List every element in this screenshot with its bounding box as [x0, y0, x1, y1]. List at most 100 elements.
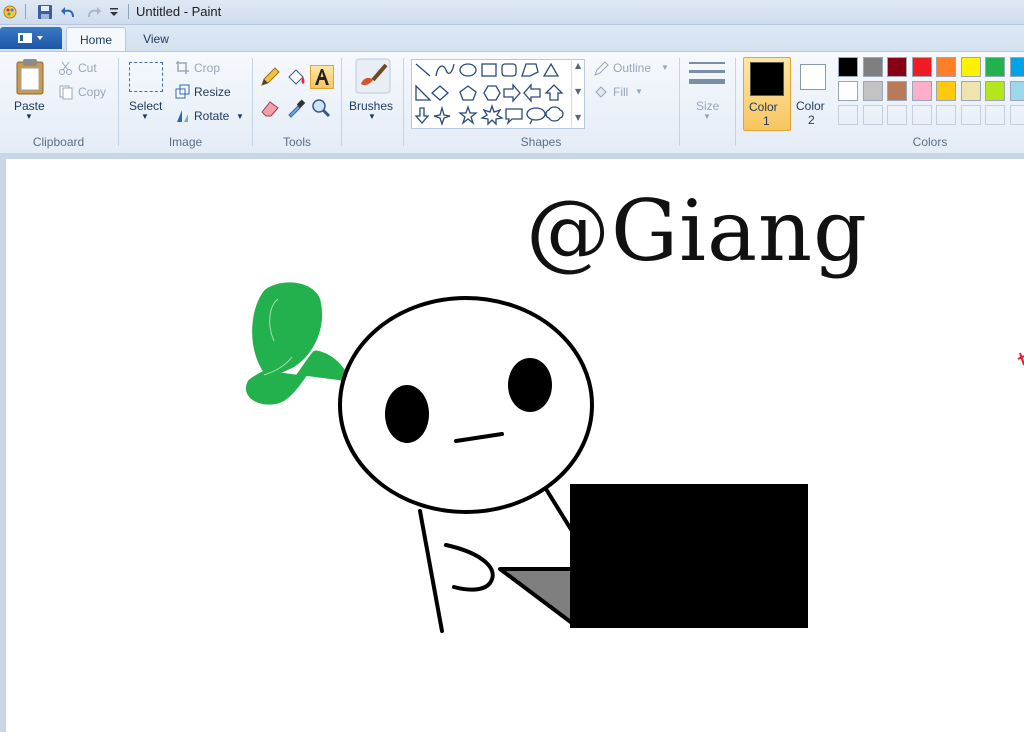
tab-home[interactable]: Home: [66, 27, 126, 51]
paint-app-icon[interactable]: [2, 3, 18, 20]
resize-button[interactable]: Resize: [194, 85, 231, 99]
color1-button[interactable]: Color 1: [743, 57, 791, 131]
brushes-dropdown-icon[interactable]: ▼: [368, 112, 376, 121]
size-button[interactable]: Size: [696, 99, 719, 113]
palette-swatch[interactable]: [960, 81, 981, 101]
custom-color-slot[interactable]: [985, 105, 1005, 125]
rotate-dropdown-icon[interactable]: ▼: [236, 112, 244, 121]
shapes-scroll-up-icon[interactable]: ▲: [575, 61, 581, 70]
redo-icon[interactable]: [84, 3, 102, 20]
palette-swatch[interactable]: [887, 81, 907, 101]
palette-swatch[interactable]: [936, 57, 956, 77]
color1-number: 1: [763, 114, 770, 128]
sprout-leaf-drawing: [246, 282, 351, 405]
rotate-icon: [175, 108, 190, 127]
canvas-text: @Giang: [526, 182, 868, 280]
shapes-group-label: Shapes: [520, 135, 562, 149]
brushes-label: Brushes: [349, 99, 394, 113]
paint-window: Untitled - Paint Home View Paste ▼ Cut C…: [0, 0, 1024, 732]
color2-swatch: [800, 64, 826, 90]
palette-swatch[interactable]: [911, 81, 932, 101]
crop-icon: [175, 60, 190, 79]
palette-swatch[interactable]: [911, 57, 932, 77]
select-button[interactable]: [129, 62, 163, 92]
cut-button[interactable]: Cut: [78, 61, 97, 75]
shapes-scrollbar[interactable]: ▲ ▼ ▼: [571, 59, 585, 127]
custom-color-slot[interactable]: [960, 105, 981, 125]
cut-icon: [58, 60, 74, 80]
color2-label: Color: [796, 99, 825, 113]
palette-swatch[interactable]: [985, 81, 1005, 101]
custom-color-slot[interactable]: [887, 105, 907, 125]
resize-icon: [175, 84, 190, 103]
text-tool-icon[interactable]: [310, 65, 334, 89]
magnifier-icon[interactable]: [310, 97, 332, 123]
right-eye-drawing: [508, 358, 552, 412]
color1-swatch: [750, 62, 784, 96]
rotate-button[interactable]: Rotate: [194, 109, 229, 123]
colors-group-label: Colors: [912, 135, 948, 149]
fill-bucket-icon[interactable]: [285, 66, 307, 92]
shapes-gallery-icons: [414, 62, 564, 127]
outline-dropdown-icon[interactable]: ▼: [661, 63, 669, 72]
undo-icon[interactable]: [60, 3, 78, 20]
custom-color-slot[interactable]: [1009, 105, 1024, 125]
fill-dropdown-icon[interactable]: ▼: [635, 87, 643, 96]
brushes-icon[interactable]: [355, 58, 391, 98]
palette-swatch[interactable]: [960, 57, 981, 77]
color1-label: Color: [749, 100, 778, 114]
copy-icon: [58, 84, 74, 104]
laptop-keyboard-drawing: [498, 567, 574, 625]
eraser-icon[interactable]: [259, 97, 281, 123]
palette-swatch[interactable]: [1009, 81, 1024, 101]
palette-swatch[interactable]: [838, 57, 858, 77]
body-drawing: [418, 509, 444, 633]
shapes-gallery[interactable]: [411, 59, 585, 129]
canvas-workspace: @Giang: [0, 153, 1024, 732]
size-dropdown-icon[interactable]: ▼: [703, 112, 711, 121]
outline-button[interactable]: Outline: [613, 61, 651, 75]
pencil-icon[interactable]: [259, 66, 281, 92]
palette-swatch[interactable]: [862, 81, 883, 101]
palette-swatch[interactable]: [862, 57, 883, 77]
custom-color-slot[interactable]: [911, 105, 932, 125]
crop-button[interactable]: Crop: [194, 61, 220, 75]
color2-button[interactable]: Color 2: [794, 57, 834, 129]
paste-label: Paste: [14, 99, 45, 113]
fill-button[interactable]: Fill: [613, 85, 628, 99]
tab-view[interactable]: View: [130, 27, 182, 50]
customize-toolbar-icon[interactable]: [108, 3, 120, 20]
copy-button[interactable]: Copy: [78, 85, 106, 99]
shapes-scroll-down-icon[interactable]: ▼: [575, 87, 581, 96]
paste-dropdown-icon[interactable]: ▼: [25, 112, 33, 121]
size-lines-icon[interactable]: [689, 61, 725, 95]
palette-swatch[interactable]: [1009, 57, 1024, 77]
ribbon: Paste ▼ Cut Copy Clipboard Select ▼ Crop: [0, 51, 1024, 154]
paste-button[interactable]: [14, 58, 46, 100]
drawing-canvas[interactable]: @Giang: [6, 159, 1024, 732]
select-label: Select: [129, 99, 163, 113]
title-bar: Untitled - Paint: [0, 0, 1024, 25]
clipboard-group-label: Clipboard: [32, 135, 85, 149]
shapes-expand-icon[interactable]: ▼: [575, 113, 581, 122]
palette-swatch[interactable]: [887, 57, 907, 77]
save-icon[interactable]: [36, 3, 54, 20]
red-mark-drawing: [1017, 352, 1024, 366]
select-dropdown-icon[interactable]: ▼: [141, 112, 149, 121]
image-group-label: Image: [168, 135, 203, 149]
fill-icon: [593, 84, 609, 104]
left-eye-drawing: [385, 385, 429, 443]
hand-drawing: [444, 543, 495, 592]
tools-group-label: Tools: [282, 135, 311, 149]
head-drawing: [338, 296, 594, 514]
paint-menu-button[interactable]: [0, 27, 62, 49]
palette-swatch[interactable]: [838, 81, 858, 101]
window-title: Untitled - Paint: [136, 4, 222, 19]
custom-color-slot[interactable]: [862, 105, 883, 125]
custom-color-slot[interactable]: [838, 105, 858, 125]
palette-swatch[interactable]: [936, 81, 956, 101]
custom-color-slot[interactable]: [936, 105, 956, 125]
color2-number: 2: [808, 113, 815, 127]
color-picker-icon[interactable]: [285, 97, 307, 123]
palette-swatch[interactable]: [985, 57, 1005, 77]
